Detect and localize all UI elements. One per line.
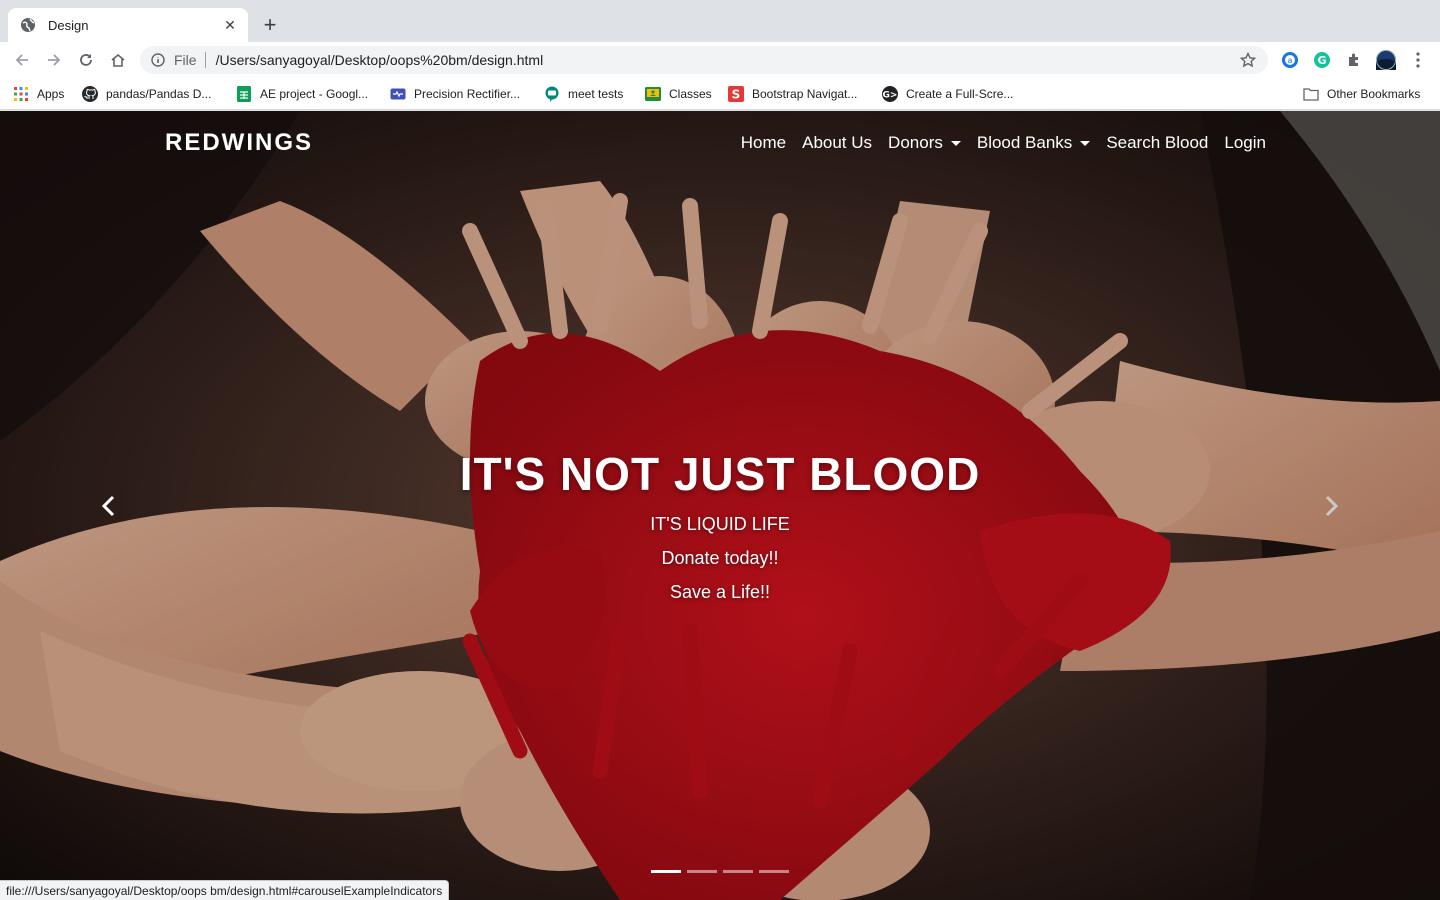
menu-kebab-icon[interactable] [1408,50,1428,70]
bookmark-pandas[interactable]: pandas/Pandas D... [82,84,211,104]
carousel-indicator-4[interactable] [759,870,789,873]
grammarly-icon[interactable]: G [1312,50,1332,70]
tab-strip: Design ✕ + [0,0,1440,42]
nav-blood-banks-dropdown[interactable]: Blood Banks [976,133,1091,153]
apps-grid-icon [13,86,29,102]
close-tab-icon[interactable]: ✕ [222,17,238,33]
caret-down-icon [950,140,961,146]
svg-text:G>: G> [883,91,898,101]
bookmarks-bar: Apps pandas/Pandas D... AE project - Goo… [0,78,1440,110]
bookmark-apps[interactable]: Apps [13,84,64,104]
sheets-icon [236,86,252,102]
chevron-left-icon [101,495,115,517]
bookmark-label: Precision Rectifier... [414,87,521,101]
browser-toolbar: File /Users/sanyagoyal/Desktop/oops%20bm… [0,42,1440,78]
hero-heading: IT'S NOT JUST BLOOD [459,448,981,500]
globe-icon [20,17,36,33]
extension-a-icon[interactable]: a [1280,50,1300,70]
nav-donors-dropdown[interactable]: Donors [888,133,961,153]
divider [204,52,206,68]
url-scheme: File [174,52,197,68]
bookmark-label: Other Bookmarks [1327,87,1421,101]
bookmark-label: Create a Full-Scre... [906,87,1014,101]
address-bar[interactable]: File /Users/sanyagoyal/Desktop/oops%20bm… [140,46,1268,74]
svg-text:S: S [732,88,741,102]
nav-about-us[interactable]: About Us [802,133,872,153]
classroom-icon [645,86,661,102]
bookmark-ae-project[interactable]: AE project - Googl... [236,84,368,104]
bookmark-label: Apps [37,87,65,101]
nav-search-blood[interactable]: Search Blood [1106,133,1208,153]
folder-icon [1303,86,1319,102]
carousel-indicator-2[interactable] [687,870,717,873]
home-icon[interactable] [106,48,130,72]
carousel-indicator-1[interactable] [651,870,681,873]
hero-line-1: IT'S LIQUID LIFE [650,514,790,534]
caret-down-icon [1080,140,1091,146]
chevron-right-icon [1325,495,1339,517]
s-logo-icon: S [728,86,744,102]
status-bar-link-preview: file:///Users/sanyagoyal/Desktop/oops bm… [0,880,450,900]
forward-icon[interactable] [42,48,66,72]
bookmark-label: Classes [669,87,712,101]
svg-text:G: G [1317,54,1326,67]
info-icon[interactable] [150,52,166,68]
other-bookmarks-folder[interactable]: Other Bookmarks [1303,84,1420,104]
github-icon [82,86,98,102]
webpage: REDWINGS Home About Us Donors Blood Bank… [0,111,1440,900]
svg-text:a: a [1288,56,1293,65]
bookmark-label: meet tests [568,87,624,101]
url-text[interactable]: /Users/sanyagoyal/Desktop/oops%20bm/desi… [216,52,1238,68]
new-tab-button[interactable]: + [258,12,282,37]
hero-background-image [0,111,1440,900]
circuit-icon [390,86,406,102]
bookmark-precision-rectifier[interactable]: Precision Rectifier... [390,84,520,104]
nav-links: Home About Us Donors Blood Banks Search … [741,133,1266,153]
meet-icon [544,86,560,102]
bookmark-create-fullscreen[interactable]: G> Create a Full-Scre... [882,84,1013,104]
carousel-next-button[interactable] [1317,491,1347,521]
reload-icon[interactable] [74,48,98,72]
extensions-puzzle-icon[interactable] [1344,50,1364,70]
nav-login[interactable]: Login [1224,133,1266,153]
bookmark-label: AE project - Googl... [260,87,369,101]
carousel-indicator-3[interactable] [723,870,753,873]
nav-donors-label: Donors [888,133,943,152]
tab-title: Design [48,17,89,33]
hero-line-3: Save a Life!! [669,582,771,602]
carousel-prev-button[interactable] [93,491,123,521]
bookmark-classes[interactable]: Classes [645,84,712,104]
brand-logo[interactable]: REDWINGS [165,129,313,157]
nav-home[interactable]: Home [741,133,786,153]
hero-line-2: Donate today!! [661,548,779,568]
nav-blood-banks-label: Blood Banks [976,133,1073,152]
bookmark-meet-tests[interactable]: meet tests [544,84,623,104]
tab-design[interactable]: Design ✕ [8,8,248,42]
bookmark-star-icon[interactable] [1238,50,1258,70]
carousel-indicators [651,870,789,873]
codepen-icon: G> [882,86,898,102]
profile-avatar[interactable] [1376,50,1396,70]
bookmark-label: pandas/Pandas D... [106,87,212,101]
bookmark-bootstrap-navigation[interactable]: S Bootstrap Navigat... [728,84,857,104]
site-navbar: REDWINGS Home About Us Donors Blood Bank… [0,111,1440,175]
back-icon[interactable] [10,48,34,72]
bookmark-label: Bootstrap Navigat... [752,87,858,101]
